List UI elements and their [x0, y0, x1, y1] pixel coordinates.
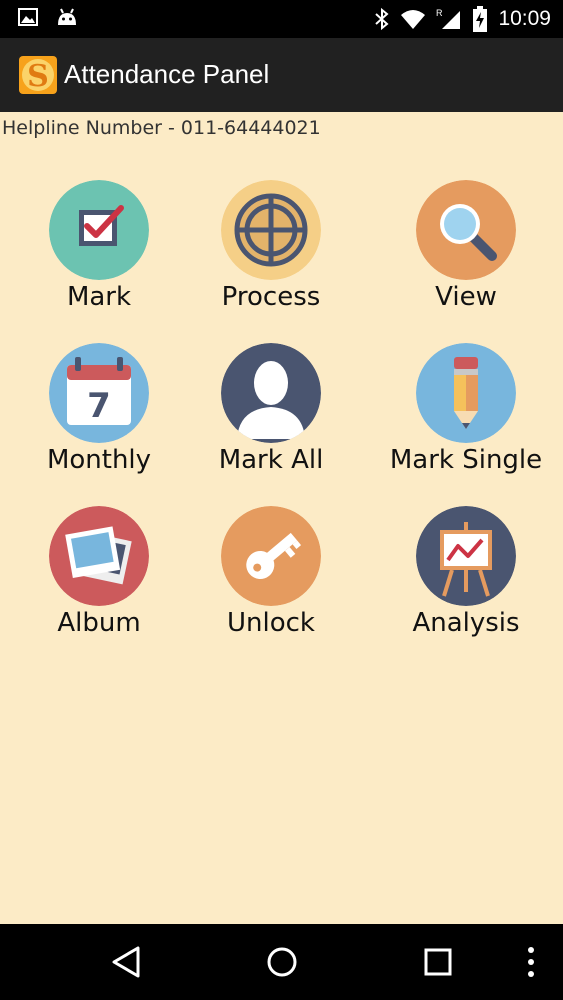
more-icon[interactable]	[511, 942, 551, 982]
checkbox-icon	[49, 180, 149, 280]
bluetooth-icon	[375, 7, 389, 31]
app-bar: S Attendance Panel	[0, 38, 563, 112]
calendar-icon: 7	[49, 343, 149, 443]
mark-label: Mark	[66, 282, 132, 312]
easel-chart-icon	[416, 506, 516, 606]
analysis-button[interactable]: Analysis	[376, 506, 556, 646]
svg-text:S: S	[27, 59, 49, 94]
album-button[interactable]: Album	[9, 506, 189, 646]
monthly-label: Monthly	[46, 445, 152, 475]
photos-icon	[49, 506, 149, 606]
view-label: View	[435, 282, 497, 312]
process-label: Process	[221, 282, 321, 312]
back-icon[interactable]	[106, 942, 146, 982]
crosshair-icon	[221, 180, 321, 280]
view-button[interactable]: View	[376, 180, 556, 320]
android-notification-icon	[58, 8, 76, 25]
calendar-day: 7	[87, 386, 111, 426]
pencil-icon	[416, 343, 516, 443]
album-label: Album	[57, 608, 141, 638]
unlock-button[interactable]: Unlock	[181, 506, 361, 646]
notification-icons	[18, 7, 78, 27]
user-silhouette-icon	[221, 343, 321, 443]
app-logo-icon: S	[19, 56, 57, 94]
home-icon[interactable]	[262, 942, 302, 982]
unlock-label: Unlock	[227, 608, 315, 638]
mark-single-button[interactable]: Mark Single	[376, 343, 556, 483]
wifi-icon	[401, 10, 426, 29]
svg-text:R: R	[436, 8, 443, 18]
process-button[interactable]: Process	[181, 180, 361, 320]
clock: 10:09	[498, 7, 551, 30]
image-notification-icon	[18, 8, 38, 26]
battery-charging-icon	[473, 6, 488, 32]
status-bar: R 10:09	[0, 0, 563, 38]
signal-icon: R	[436, 8, 461, 29]
helpline-number: Helpline Number - 011-64444021	[2, 117, 321, 139]
app-title: Attendance Panel	[64, 59, 270, 89]
mark-all-label: Mark All	[218, 445, 324, 475]
system-icons: R 10:09	[374, 0, 551, 38]
mark-single-label: Mark Single	[389, 445, 543, 475]
key-icon	[221, 506, 321, 606]
mark-all-button[interactable]: Mark All	[181, 343, 361, 483]
recents-icon[interactable]	[418, 942, 458, 982]
magnifier-icon	[416, 180, 516, 280]
analysis-label: Analysis	[412, 608, 520, 638]
navigation-bar	[0, 924, 563, 1000]
mark-button[interactable]: Mark	[9, 180, 189, 320]
monthly-button[interactable]: 7 Monthly	[9, 343, 189, 483]
